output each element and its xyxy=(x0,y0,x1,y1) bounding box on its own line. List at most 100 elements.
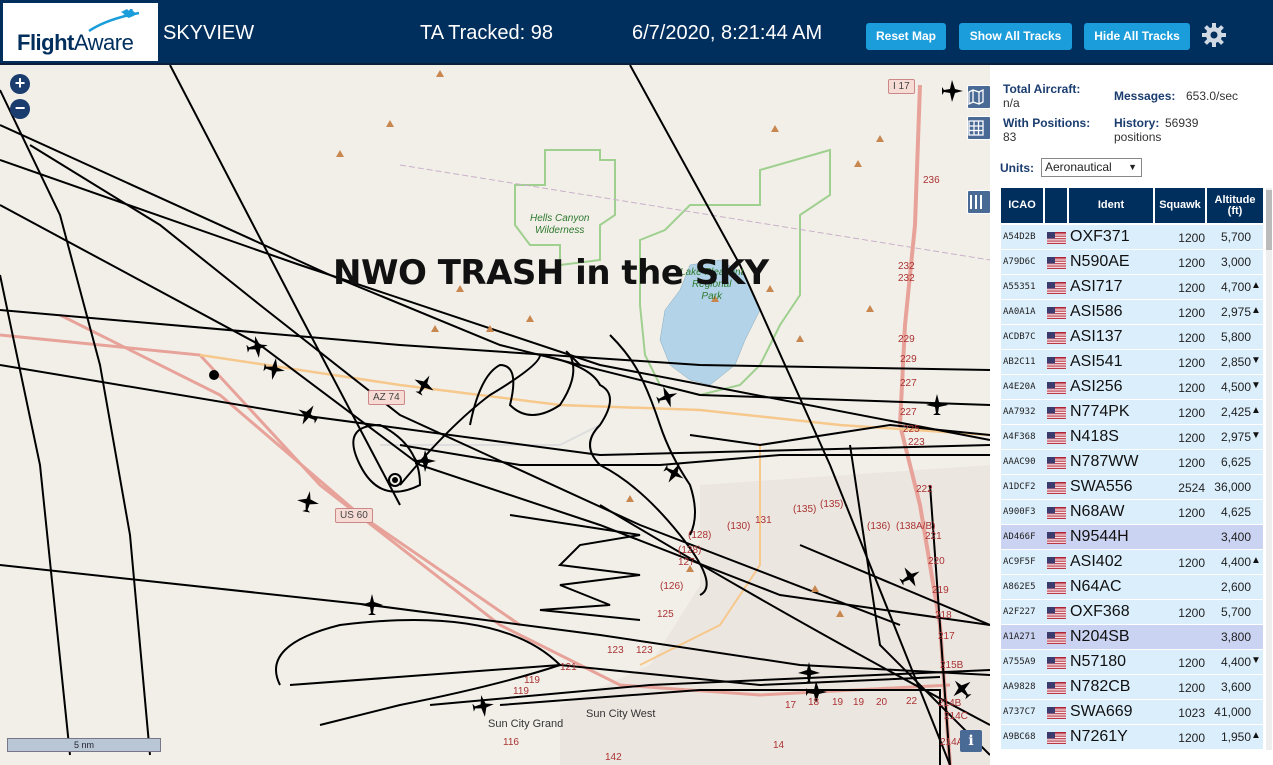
table-row[interactable]: A1DCF2 SWA556 2524 36,000 xyxy=(1001,475,1263,500)
table-row[interactable]: AA7932 N774PK 1200 2,425 ▲ xyxy=(1001,400,1263,425)
table-row[interactable]: AA9828 N782CB 1200 3,600 xyxy=(1001,675,1263,700)
cell-squawk: 1200 xyxy=(1178,406,1205,420)
i17-shield: I 17 xyxy=(888,79,915,94)
scrollbar-thumb[interactable] xyxy=(1266,190,1272,250)
units-select[interactable]: Aeronautical ▼ xyxy=(1041,158,1142,177)
gear-icon[interactable] xyxy=(1199,20,1229,50)
minor-road xyxy=(380,424,601,446)
aircraft-icon[interactable] xyxy=(898,565,922,589)
cell-ident: ASI137 xyxy=(1070,328,1123,345)
exit-label: 125 xyxy=(657,609,674,620)
grid-icon[interactable] xyxy=(967,116,990,140)
cell-ident: OXF368 xyxy=(1070,603,1130,620)
hells-canyon-text: Hells Canyon xyxy=(530,213,590,224)
cell-altitude: 5,800 xyxy=(1220,330,1251,344)
us-flag-icon xyxy=(1047,706,1066,719)
table-row[interactable]: A79D6C N590AE 1200 3,000 xyxy=(1001,250,1263,275)
us-flag-icon xyxy=(1047,431,1066,444)
cell-icao: A2F227 xyxy=(1003,607,1036,617)
altitude-trend-icon: ▼ xyxy=(1251,380,1261,391)
aircraft-icon[interactable] xyxy=(662,461,686,485)
altitude-trend-icon: ▲ xyxy=(1251,405,1261,416)
aircraft-icon[interactable] xyxy=(940,79,964,103)
cell-ident: OXF371 xyxy=(1070,228,1130,245)
columns-icon[interactable] xyxy=(967,190,990,214)
table-row[interactable]: A900F3 N68AW 1200 4,625 xyxy=(1001,500,1263,525)
cell-icao: A1A271 xyxy=(1003,632,1036,642)
table-row[interactable]: AAAC90 N787WW 1200 6,625 xyxy=(1001,450,1263,475)
aircraft-icon[interactable] xyxy=(412,373,436,397)
info-icon[interactable]: i xyxy=(960,730,982,752)
exit-label: 116 xyxy=(503,737,519,748)
flightaware-logo[interactable]: FlightAware xyxy=(3,3,158,61)
us-flag-icon xyxy=(1047,656,1066,669)
map-view[interactable]: Hells Canyon Wilderness Lake Pleasant Regi… xyxy=(0,65,990,765)
table-row[interactable]: ACDB7C ASI137 1200 5,800 xyxy=(1001,325,1263,350)
altitude-trend-icon: ▲ xyxy=(1251,555,1261,566)
cell-icao: A79D6C xyxy=(1003,257,1036,267)
clock: 6/7/2020, 8:21:44 AM xyxy=(632,22,823,44)
exit-label: (135) xyxy=(820,499,844,510)
col-ident[interactable]: Ident xyxy=(1069,188,1153,223)
aircraft-icon[interactable] xyxy=(655,385,679,409)
table-row[interactable]: A4F368 N418S 1200 2,975 ▼ xyxy=(1001,425,1263,450)
table-row[interactable]: AA0A1A ASI586 1200 2,975 ▲ xyxy=(1001,300,1263,325)
table-row[interactable]: A737C7 SWA669 1023 41,000 xyxy=(1001,700,1263,725)
altitude-trend-icon: ▼ xyxy=(1251,355,1261,366)
cell-ident: SWA556 xyxy=(1070,478,1133,495)
cell-icao: AAAC90 xyxy=(1003,457,1036,467)
col-squawk[interactable]: Squawk xyxy=(1155,188,1205,223)
exit-label: 119 xyxy=(524,675,540,686)
boundary-line xyxy=(399,164,990,261)
cell-ident: ASI256 xyxy=(1070,378,1123,395)
exit-label: 219 xyxy=(932,585,949,596)
cell-squawk: 1023 xyxy=(1178,706,1205,720)
exit-label: (138A/B) xyxy=(896,521,936,532)
cell-ident: ASI717 xyxy=(1070,278,1123,295)
zoom-in-icon[interactable]: + xyxy=(10,74,30,94)
cell-squawk: 1200 xyxy=(1178,506,1205,520)
aircraft-icon[interactable] xyxy=(413,449,437,473)
reset-map-button[interactable]: Reset Map xyxy=(866,23,946,50)
cell-icao: A737C7 xyxy=(1003,707,1036,717)
map-layer-icon[interactable] xyxy=(967,85,990,109)
cell-altitude: 4,700 xyxy=(1220,280,1251,294)
us-flag-icon xyxy=(1047,406,1066,419)
scrollbar[interactable] xyxy=(1266,188,1272,750)
table-row[interactable]: A4E20A ASI256 1200 4,500 ▼ xyxy=(1001,375,1263,400)
us-flag-icon xyxy=(1047,731,1066,744)
cell-ident: ASI586 xyxy=(1070,303,1123,320)
table-row[interactable]: A9BC68 N7261Y 1200 1,950 ▲ xyxy=(1001,725,1263,750)
col-altitude[interactable]: Altitude (ft) xyxy=(1207,188,1263,223)
hide-all-tracks-button[interactable]: Hide All Tracks xyxy=(1084,23,1190,50)
aircraft-icon[interactable] xyxy=(262,357,286,381)
aircraft-icon[interactable] xyxy=(360,593,384,617)
show-all-tracks-button[interactable]: Show All Tracks xyxy=(959,23,1072,50)
cell-altitude: 2,600 xyxy=(1220,580,1251,594)
table-row[interactable]: AD466F N9544H 3,400 xyxy=(1001,525,1263,550)
cell-altitude: 5,700 xyxy=(1220,605,1251,619)
table-row[interactable]: A54D2B OXF371 1200 5,700 xyxy=(1001,225,1263,250)
cell-ident: N590AE xyxy=(1070,253,1130,270)
cell-altitude: 3,800 xyxy=(1220,630,1251,644)
exit-label: 17 xyxy=(785,700,797,711)
cell-icao: A55351 xyxy=(1003,282,1036,292)
exit-label: 121 xyxy=(560,662,577,673)
table-row[interactable]: A1A271 N204SB 3,800 xyxy=(1001,625,1263,650)
aircraft-icon[interactable] xyxy=(245,335,269,359)
col-icao[interactable]: ICAO xyxy=(1001,188,1043,223)
aircraft-icon[interactable] xyxy=(925,393,949,417)
table-row[interactable]: A55351 ASI717 1200 4,700 ▲ xyxy=(1001,275,1263,300)
aircraft-icon[interactable] xyxy=(296,490,320,514)
table-row[interactable]: AC9F5F ASI402 1200 4,400 ▲ xyxy=(1001,550,1263,575)
aircraft-icon[interactable] xyxy=(471,694,495,718)
cell-icao: AD466F xyxy=(1003,532,1036,542)
table-row[interactable]: A2F227 OXF368 1200 5,700 xyxy=(1001,600,1263,625)
zoom-out-icon[interactable]: − xyxy=(10,99,30,119)
aircraft-icon[interactable] xyxy=(296,403,320,427)
top-header: FlightAware SKYVIEW TA Tracked: 98 6/7/2… xyxy=(0,0,1273,65)
table-row[interactable]: A862E5 N64AC 2,600 xyxy=(1001,575,1263,600)
exit-label: 119 xyxy=(513,686,529,697)
table-row[interactable]: AB2C11 ASI541 1200 2,850 ▼ xyxy=(1001,350,1263,375)
table-row[interactable]: A755A9 N57180 1200 4,400 ▼ xyxy=(1001,650,1263,675)
